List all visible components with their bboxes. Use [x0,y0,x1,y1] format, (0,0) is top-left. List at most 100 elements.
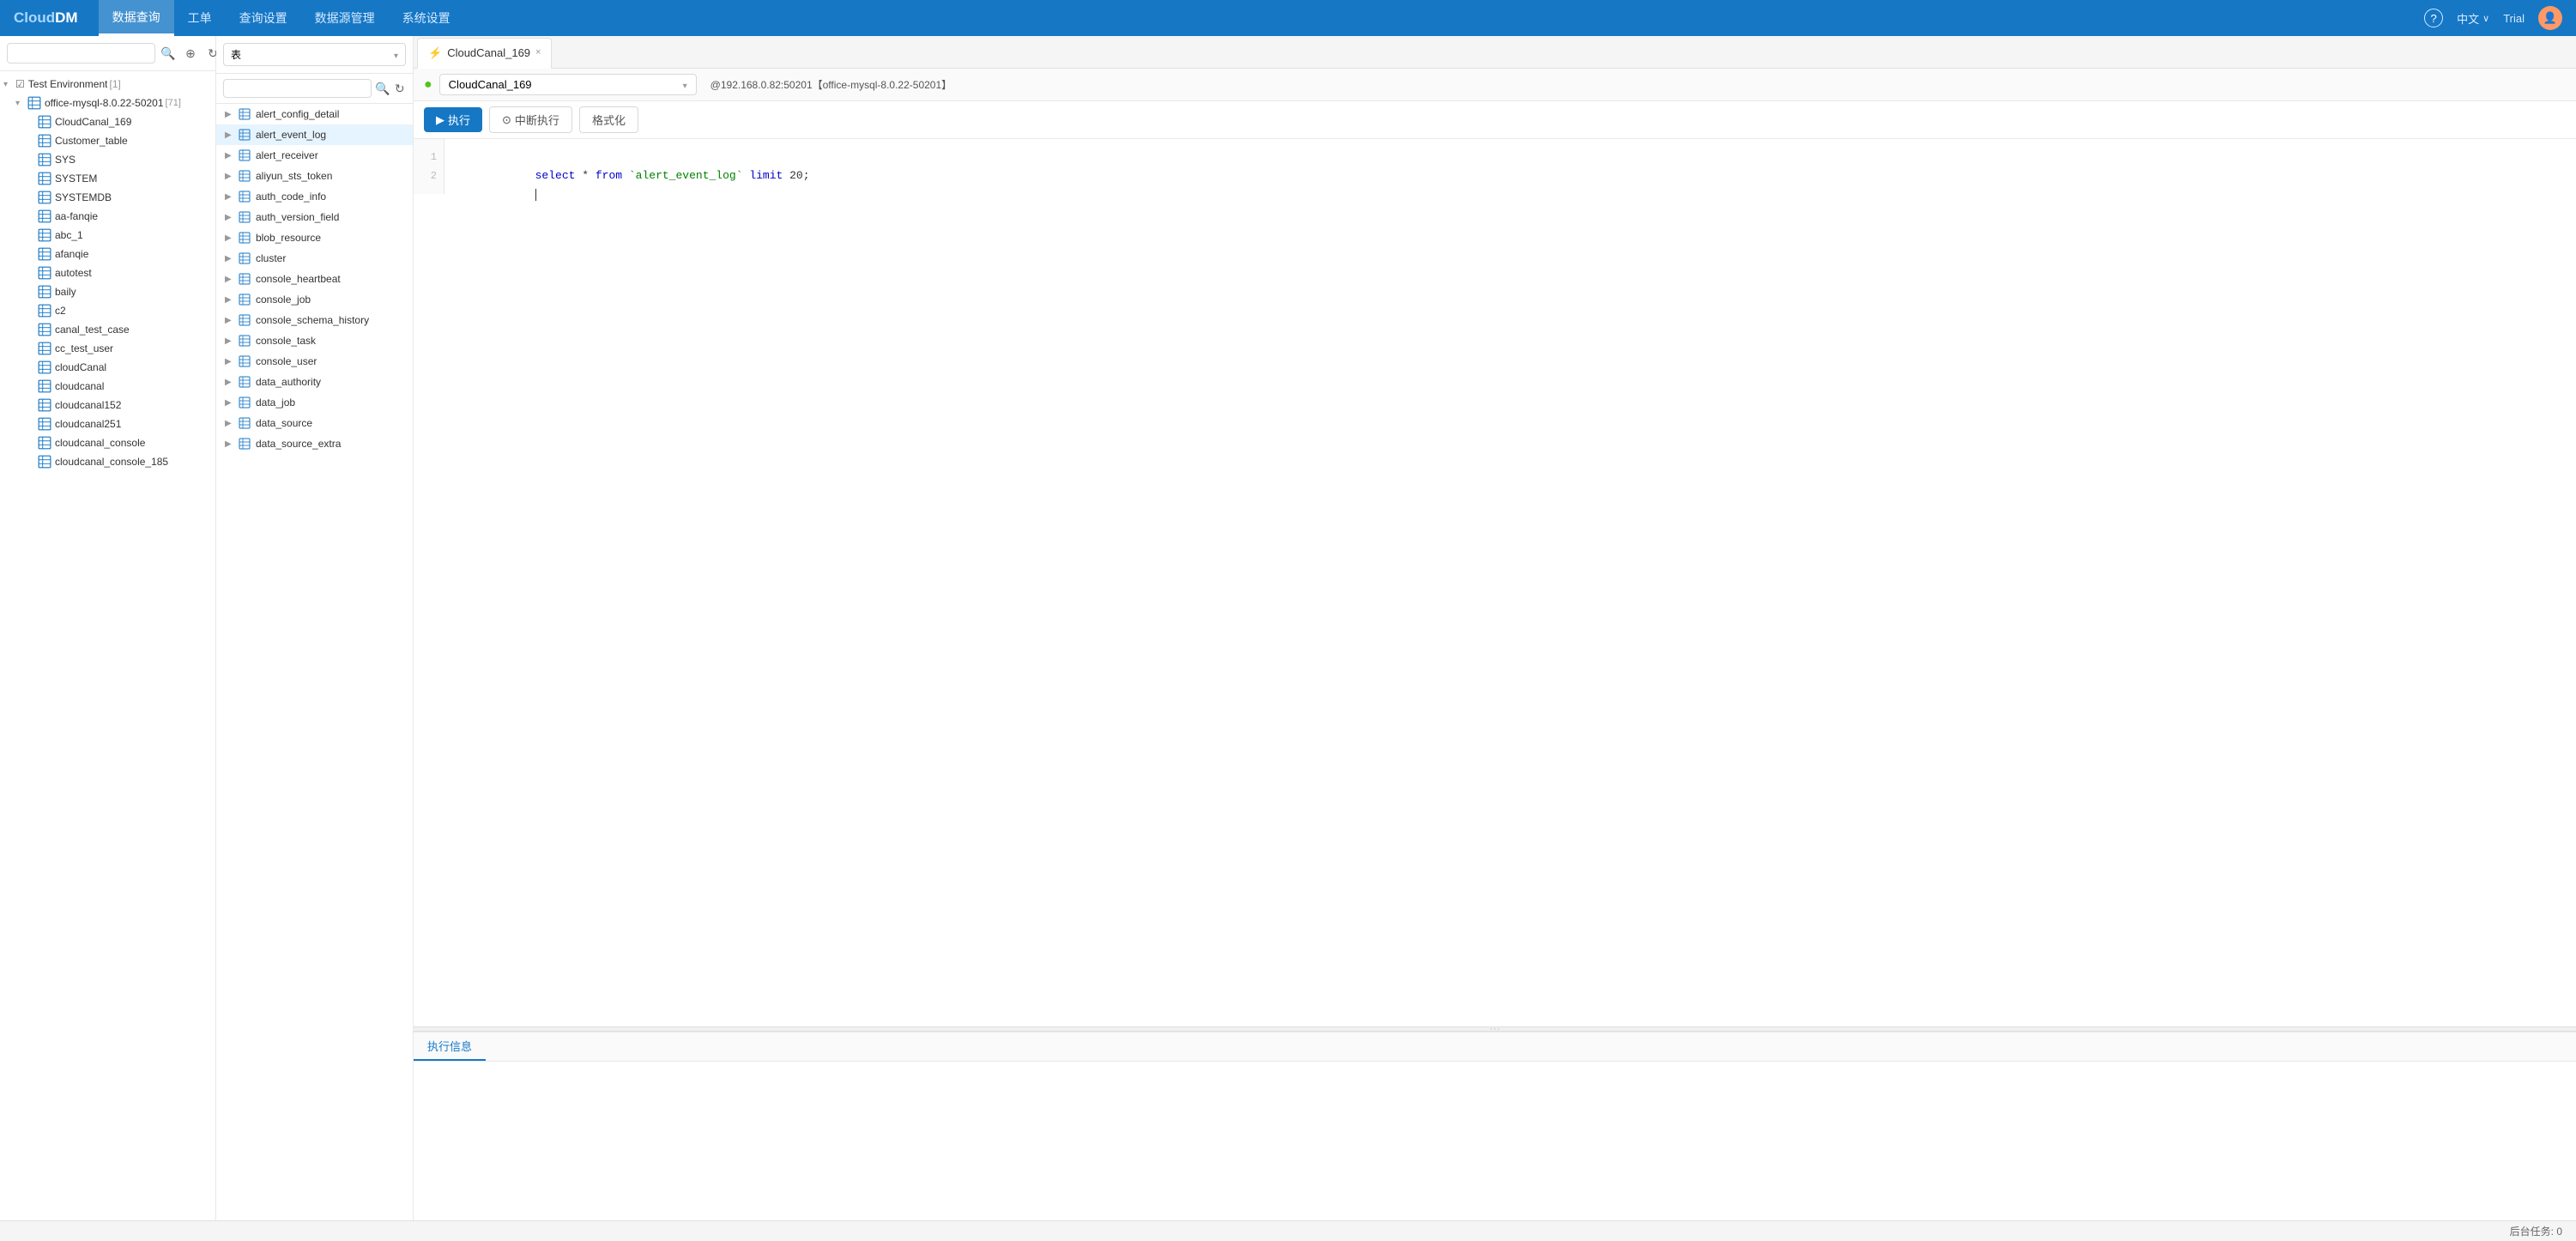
sidebar-table-item[interactable]: cloudCanal [0,358,215,377]
stop-button[interactable]: ⊙ 中断执行 [489,106,572,133]
execute-button[interactable]: ▶ 执行 [424,107,482,132]
user-avatar[interactable]: 👤 [2538,6,2562,30]
db-icon [27,96,41,110]
nav-system-settings[interactable]: 系统设置 [389,0,464,36]
sidebar-table-label: abc_1 [55,229,83,241]
sidebar-table-item[interactable]: cloudcanal_console [0,433,215,452]
table-list-item[interactable]: ▶ data_source_extra [216,433,413,454]
sidebar-table-item[interactable]: SYSTEM [0,169,215,188]
table-refresh-icon[interactable]: ↻ [393,79,406,98]
sidebar-table-label: SYSTEM [55,173,97,185]
connection-selector[interactable]: CloudCanal_169 [439,74,697,95]
sidebar-table-item[interactable]: c2 [0,301,215,320]
table-list-item[interactable]: ▶ console_job [216,289,413,310]
tree-db-item[interactable]: ▾ office-mysql-8.0.22-50201 [71] [0,94,215,112]
table-list-item[interactable]: ▶ alert_config_detail [216,104,413,124]
nav-task[interactable]: 工单 [174,0,226,36]
sidebar-table-label: cloudcanal152 [55,399,121,411]
sidebar-table-item[interactable]: cloudcanal152 [0,396,215,415]
editor-connection-header: ● CloudCanal_169 @192.168.0.82:50201【off… [414,69,2576,101]
sidebar-table-item[interactable]: cloudcanal [0,377,215,396]
left-sidebar: 🔍 ⊕ ↻ ☰ ▾ ☑ Test Environment [1] ▾ [0,36,216,1220]
sidebar-table-item[interactable]: SYS [0,150,215,169]
table-row-arrow: ▶ [225,419,233,428]
table-row-arrow: ▶ [225,172,233,181]
table-row-arrow: ▶ [225,336,233,346]
play-icon: ▶ [436,113,444,127]
sidebar-table-item[interactable]: autotest [0,263,215,282]
code-editor[interactable]: 1 2 select * from `alert_event_log` limi… [414,139,2576,1026]
table-row-arrow: ▶ [225,357,233,366]
table-list-item[interactable]: ▶ alert_event_log [216,124,413,145]
table-grid-icon [239,129,251,141]
table-icon [38,115,51,129]
sidebar-table-item[interactable]: canal_test_case [0,320,215,339]
help-icon[interactable]: ? [2424,9,2443,27]
table-row-arrow: ▶ [225,275,233,284]
sidebar-table-item[interactable]: cc_test_user [0,339,215,358]
table-name-label: auth_version_field [256,211,339,223]
table-list-item[interactable]: ▶ blob_resource [216,227,413,248]
table-list-item[interactable]: ▶ console_user [216,351,413,372]
table-name-label: console_user [256,355,317,367]
table-list-item[interactable]: ▶ data_source [216,413,413,433]
tab-close-icon[interactable]: × [535,48,541,58]
table-grid-icon [239,232,251,244]
sidebar-table-item[interactable]: aa-fanqie [0,207,215,226]
table-list-item[interactable]: ▶ console_schema_history [216,310,413,330]
sidebar-table-item[interactable]: cloudcanal251 [0,415,215,433]
table-list-item[interactable]: ▶ aliyun_sts_token [216,166,413,186]
tree-env-item[interactable]: ▾ ☑ Test Environment [1] [0,75,215,94]
table-list-item[interactable]: ▶ data_authority [216,372,413,392]
table-icon [38,342,51,355]
sidebar-search-input[interactable] [7,43,155,64]
table-list-item[interactable]: ▶ auth_code_info [216,186,413,207]
table-list-item[interactable]: ▶ console_task [216,330,413,351]
add-connection-icon[interactable]: ⊕ [181,44,200,63]
nav-query-settings[interactable]: 查询设置 [226,0,301,36]
nav-data-query[interactable]: 数据查询 [99,0,174,36]
table-type-selector[interactable]: 表 [223,43,406,66]
table-list-item[interactable]: ▶ data_job [216,392,413,413]
table-row-arrow: ▶ [225,398,233,408]
code-content[interactable]: select * from `alert_event_log` limit 20… [444,139,2576,194]
env-count: [1] [109,78,120,90]
table-icon [38,323,51,336]
sidebar-table-label: baily [55,286,76,298]
table-list-item[interactable]: ▶ console_heartbeat [216,269,413,289]
table-list: ▶ alert_config_detail ▶ alert_event_log … [216,104,413,1220]
sidebar-table-item[interactable]: Customer_table [0,131,215,150]
sidebar-table-item[interactable]: cloudcanal_console_185 [0,452,215,471]
sidebar-table-item[interactable]: afanqie [0,245,215,263]
table-grid-icon [239,335,251,347]
editor-tab-cloudcanal169[interactable]: ⚡ CloudCanal_169 × [417,38,552,69]
table-search-icon[interactable]: 🔍 [375,79,390,98]
table-search-bar: 🔍 ↻ [216,74,413,104]
table-row-arrow: ▶ [225,316,233,325]
table-row-arrow: ▶ [225,151,233,160]
sidebar-table-item[interactable]: baily [0,282,215,301]
tab-exec-info[interactable]: 执行信息 [414,1032,486,1061]
search-icon[interactable]: 🔍 [159,44,178,63]
table-grid-icon [239,191,251,203]
table-list-item[interactable]: ▶ alert_receiver [216,145,413,166]
table-search-input[interactable] [223,79,372,98]
query-icon: ⚡ [428,46,442,60]
table-name-label: auth_code_info [256,191,326,203]
table-list-item[interactable]: ▶ auth_version_field [216,207,413,227]
line-number-2: 2 [420,166,437,185]
sidebar-table-label: cloudCanal [55,361,106,373]
sidebar-table-item[interactable]: abc_1 [0,226,215,245]
code-line-1: select * from `alert_event_log` limit 20… [455,148,2566,166]
nav-datasource[interactable]: 数据源管理 [301,0,389,36]
connection-info: @192.168.0.82:50201【office-mysql-8.0.22-… [711,77,952,92]
editor-panel: ⚡ CloudCanal_169 × ● CloudCanal_169 @192… [414,36,2576,1220]
sidebar-table-item[interactable]: CloudCanal_169 [0,112,215,131]
table-icon [38,304,51,318]
sidebar-table-item[interactable]: SYSTEMDB [0,188,215,207]
db-count: [71] [166,98,181,108]
table-icon [38,266,51,280]
language-selector[interactable]: 中文 ∨ [2457,10,2489,27]
format-button[interactable]: 格式化 [579,106,638,133]
table-list-item[interactable]: ▶ cluster [216,248,413,269]
